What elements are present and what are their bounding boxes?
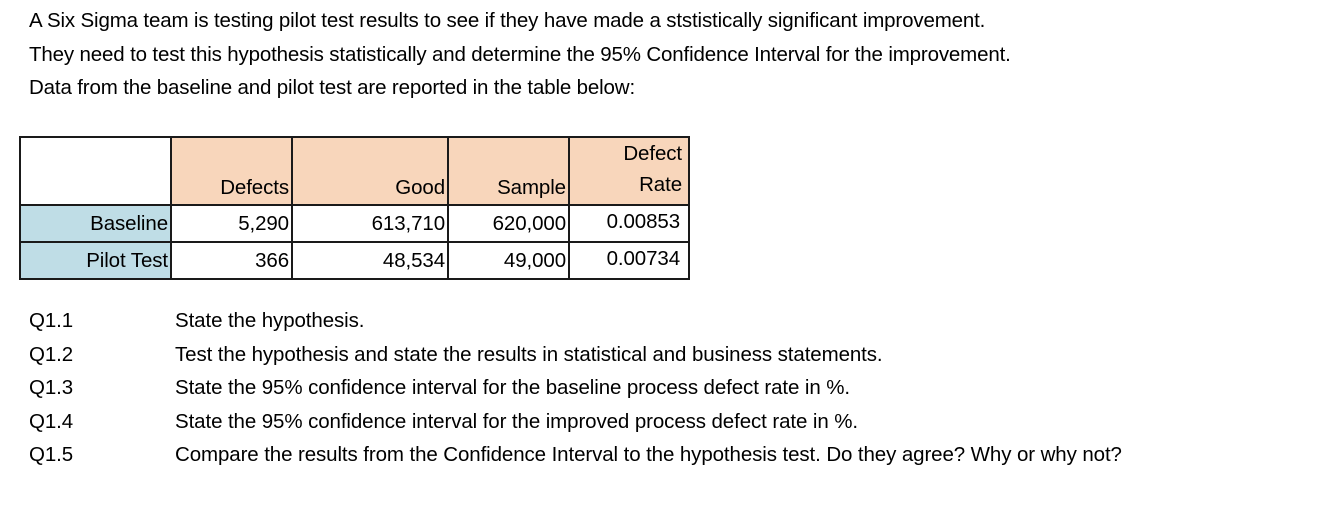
cell-good: 48,534 — [291, 241, 449, 280]
header-good: Good — [291, 136, 449, 206]
problem-intro: A Six Sigma team is testing pilot test r… — [29, 4, 1011, 105]
question-number: Q1.5 — [29, 443, 74, 467]
cell-defect-rate: 0.00734 — [568, 241, 690, 280]
cell-sample: 49,000 — [447, 241, 570, 280]
table-header-row: Defects Good Sample Defect Rate — [19, 136, 690, 206]
question-number: Q1.4 — [29, 409, 74, 433]
header-defect-rate: Defect Rate — [568, 136, 690, 206]
header-defect-rate-line2: Rate — [639, 173, 682, 196]
defect-data-table: Defects Good Sample Defect Rate Baseline… — [19, 136, 690, 280]
intro-line: They need to test this hypothesis statis… — [29, 42, 1011, 66]
cell-sample: 620,000 — [447, 204, 570, 243]
table-corner-cell — [19, 136, 172, 206]
cell-defects: 5,290 — [170, 204, 293, 243]
cell-defects: 366 — [170, 241, 293, 280]
header-sample: Sample — [447, 136, 570, 206]
question-number: Q1.1 — [29, 309, 74, 332]
question-text: Test the hypothesis and state the result… — [175, 342, 883, 366]
question-number: Q1.3 — [29, 376, 74, 400]
row-label: Baseline — [19, 204, 172, 243]
table-row-baseline: Baseline 5,290 613,710 620,000 0.00853 — [19, 204, 690, 243]
row-label: Pilot Test — [19, 241, 172, 280]
question-text: Compare the results from the Confidence … — [175, 443, 1122, 467]
intro-line: Data from the baseline and pilot test ar… — [29, 76, 636, 99]
table-row-pilot-test: Pilot Test 366 48,534 49,000 0.00734 — [19, 241, 690, 280]
cell-defect-rate: 0.00853 — [568, 204, 690, 243]
question-text: State the 95% confidence interval for th… — [175, 376, 850, 400]
intro-line: A Six Sigma team is testing pilot test r… — [29, 9, 986, 32]
question-text: State the 95% confidence interval for th… — [175, 409, 858, 433]
question-text: State the hypothesis. — [175, 309, 365, 332]
cell-good: 613,710 — [291, 204, 449, 243]
header-defects: Defects — [170, 136, 293, 206]
header-defect-rate-line1: Defect — [623, 142, 682, 165]
question-number: Q1.2 — [29, 342, 74, 366]
